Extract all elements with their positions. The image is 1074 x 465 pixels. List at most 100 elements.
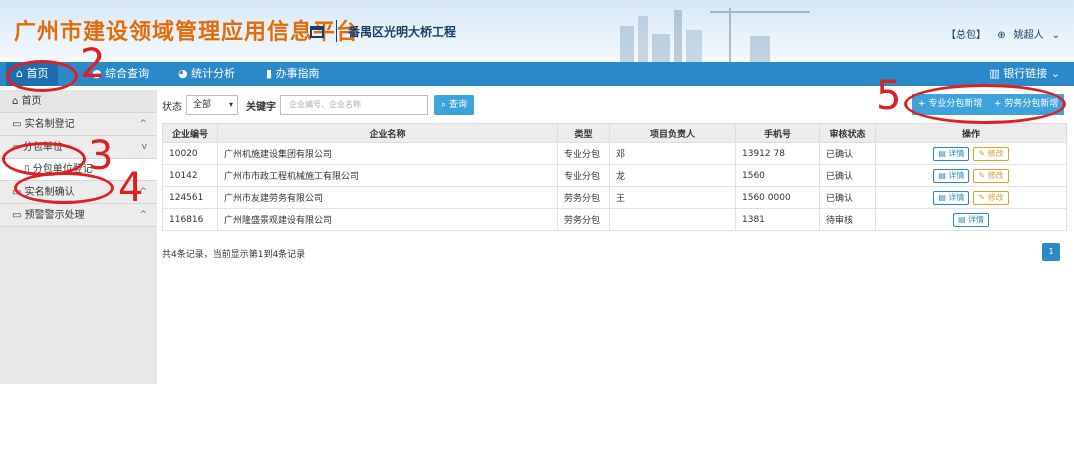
sidebar-item-label: 首页	[21, 96, 42, 107]
cell-id: 116816	[162, 208, 218, 231]
cell-type: 专业分包	[557, 142, 610, 165]
pencil-icon: ✎	[978, 148, 986, 158]
cell-status: 已确认	[819, 164, 876, 187]
header: 广州市建设领域管理应用信息平台 番禺区光明大桥工程 【总包】 ⊕ 姚超人 ⌄	[0, 0, 1074, 62]
table-row: 124561 广州市友建劳务有限公司 劳务分包 王 1560 0000 已确认 …	[162, 186, 1067, 209]
subcontractor-table: 企业编号 企业名称 类型 项目负责人 手机号 审核状态 操作 10020 广州机…	[162, 123, 1067, 231]
user-name[interactable]: 姚超人	[1014, 30, 1044, 41]
bank-link[interactable]: ▥ 银行链接 ⌄	[989, 62, 1060, 86]
col-header: 企业名称	[217, 123, 558, 143]
pencil-icon: ✎	[978, 170, 986, 180]
caret-down-icon: ▾	[228, 100, 233, 109]
edit-button[interactable]: ✎ 修改	[973, 190, 1009, 205]
status-label: 状态	[162, 102, 182, 113]
doc-icon: ▤	[938, 148, 946, 158]
annotation-number: 2	[80, 41, 106, 87]
bank-link-label: 银行链接	[1003, 67, 1048, 80]
cell-status: 已确认	[819, 142, 876, 165]
table-header-row: 企业编号 企业名称 类型 项目负责人 手机号 审核状态 操作	[162, 123, 1067, 143]
col-header: 企业编号	[162, 123, 218, 143]
table-row: 10142 广州市市政工程机械施工有限公司 专业分包 龙 1560 已确认 ▤ …	[162, 164, 1067, 187]
cell-name: 广州机施建设集团有限公司	[217, 142, 558, 165]
cell-id: 10142	[162, 164, 218, 187]
table-row: 116816 广州隆盛景观建设有限公司 劳务分包 1381 待审核 ▤ 详情	[162, 208, 1067, 231]
cell-id: 124561	[162, 186, 218, 209]
cell-phone: 1560 0000	[735, 186, 820, 209]
home-icon: ⌂	[12, 96, 19, 107]
cell-name: 广州市友建劳务有限公司	[217, 186, 558, 209]
cell-actions: ▤ 详情	[875, 208, 1067, 231]
cell-manager: 邓	[609, 142, 736, 165]
cell-name: 广州隆盛景观建设有限公司	[217, 208, 558, 231]
view-button[interactable]: ▤ 详情	[933, 146, 970, 161]
chevron-down-icon: ⌄	[1051, 30, 1060, 41]
col-header: 操作	[875, 123, 1067, 143]
top-nav: ⌂ 首页 ● 综合查询 ◕ 统计分析 ▮ 办事指南 ▥ 银行链接 ⌄	[0, 62, 1074, 86]
chevron-up-icon: ^	[139, 119, 147, 129]
doc-icon: ▤	[938, 192, 946, 202]
chevron-down-icon: ⌄	[1050, 67, 1060, 80]
pencil-icon: ✎	[978, 192, 986, 202]
cell-status: 已确认	[819, 186, 876, 209]
view-label: 详情	[948, 192, 965, 202]
city-skyline-image	[620, 8, 810, 62]
sidebar: ⌂ 首页 ▭ 实名制登记 ^ ▱ 分包单位 v ▯ 分包单位登记 ▭ 实名制确认…	[0, 90, 157, 384]
cell-status: 待审核	[819, 208, 876, 231]
keyword-input[interactable]: 企业编号、企业名称	[280, 95, 428, 115]
view-label: 详情	[968, 214, 985, 224]
book-icon: ▮	[266, 67, 273, 80]
cell-phone: 1560	[735, 164, 820, 187]
doc-icon: ▤	[957, 214, 966, 224]
annotation-ring-add-buttons	[904, 84, 1066, 124]
sidebar-item-realname-register[interactable]: ▭ 实名制登记 ^	[0, 113, 157, 136]
sidebar-item-home[interactable]: ⌂ 首页	[0, 90, 157, 113]
title-divider	[336, 20, 337, 42]
project-name: 番禺区光明大桥工程	[348, 25, 457, 39]
status-select[interactable]: 全部 ▾	[186, 95, 238, 115]
nav-item-label: 统计分析	[191, 67, 236, 80]
cell-manager: 王	[609, 186, 736, 209]
view-button[interactable]: ▤ 详情	[952, 212, 990, 227]
cell-actions: ▤ 详情 ✎ 修改	[875, 186, 1067, 209]
user-icon: ⊕	[997, 30, 1006, 41]
col-header: 审核状态	[819, 123, 876, 143]
edit-button[interactable]: ✎ 修改	[973, 146, 1009, 161]
col-header: 项目负责人	[609, 123, 736, 143]
cell-type: 专业分包	[557, 164, 610, 187]
cell-name: 广州市市政工程机械施工有限公司	[217, 164, 558, 187]
cell-manager: 龙	[609, 164, 736, 187]
page-button[interactable]: 1	[1042, 243, 1060, 261]
edit-button[interactable]: ✎ 修改	[973, 168, 1009, 183]
user-info[interactable]: 【总包】 ⊕ 姚超人 ⌄	[938, 26, 1060, 41]
window-icon[interactable]	[310, 26, 324, 38]
sidebar-item-label: 预警警示处理	[24, 210, 85, 221]
folder-icon: ▭	[12, 210, 22, 221]
cell-id: 10020	[162, 142, 218, 165]
annotation-number: 5	[876, 73, 902, 119]
col-header: 手机号	[735, 123, 820, 143]
nav-item-label: 办事指南	[275, 67, 320, 80]
view-button[interactable]: ▤ 详情	[933, 168, 970, 183]
cell-type: 劳务分包	[557, 208, 610, 231]
keyword-label: 关键字	[246, 102, 276, 113]
annotation-ring-home	[6, 60, 78, 92]
annotation-ring-register	[14, 172, 114, 204]
annotation-ring-subcontractor	[2, 142, 86, 176]
cell-type: 劳务分包	[557, 186, 610, 209]
cell-actions: ▤ 详情 ✎ 修改	[875, 164, 1067, 187]
folder-icon: ▭	[12, 119, 22, 130]
cell-manager	[609, 208, 736, 231]
view-button[interactable]: ▤ 详情	[933, 190, 970, 205]
cell-actions: ▤ 详情 ✎ 修改	[875, 142, 1067, 165]
status-select-value: 全部	[193, 100, 212, 110]
app-title: 广州市建设领域管理应用信息平台	[14, 20, 360, 45]
view-label: 详情	[948, 170, 965, 180]
search-icon: ⌕	[441, 100, 447, 110]
table-row: 10020 广州机施建设集团有限公司 专业分包 邓 13912 78 已确认 ▤…	[162, 142, 1067, 165]
chart-icon: ◕	[178, 67, 188, 80]
query-button-label: 查询	[448, 100, 467, 110]
nav-item-stats[interactable]: ◕ 统计分析	[178, 62, 235, 86]
query-button[interactable]: ⌕ 查询	[434, 95, 474, 115]
nav-item-guide[interactable]: ▮ 办事指南	[266, 62, 320, 86]
edit-label: 修改	[987, 148, 1004, 158]
